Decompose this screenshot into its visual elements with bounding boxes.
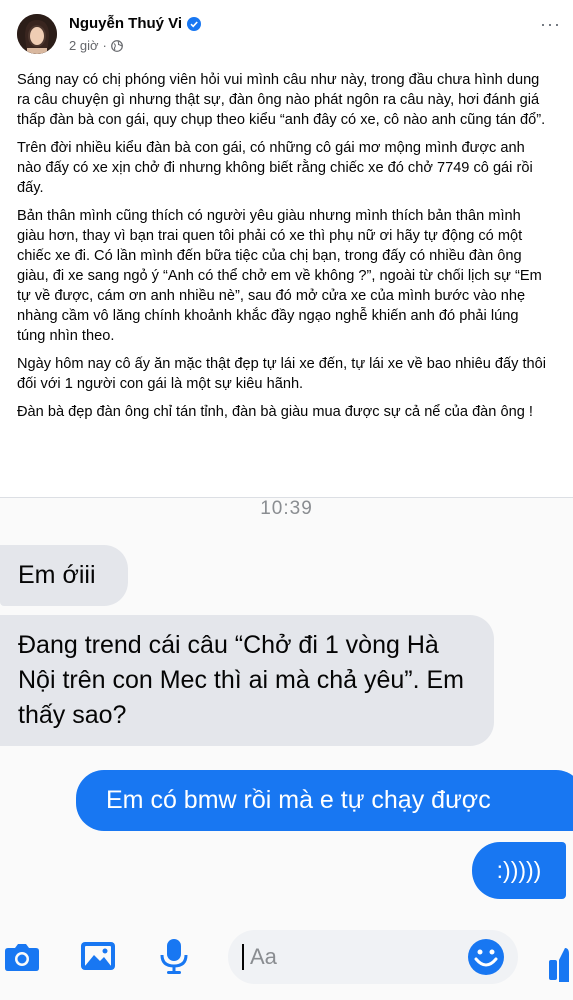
text-caret [242,944,244,970]
verified-badge-icon [187,16,202,31]
message-bubble-incoming[interactable]: Em ớiii [0,545,128,606]
post-meta: 2 giờ · [69,38,123,53]
message-input-placeholder: Aa [250,944,277,969]
post-body: Sáng nay có chị phóng viên hỏi vui mình … [17,70,547,430]
post-time[interactable]: 2 giờ [69,38,99,53]
facebook-post: Nguyễn Thuý Vi 2 giờ · ··· Sáng nay có c… [0,0,573,498]
like-icon[interactable] [545,942,569,982]
message-input[interactable]: Aa [228,930,518,984]
more-options-button[interactable]: ··· [540,14,561,35]
author-name-text[interactable]: Nguyễn Thuý Vi [69,15,182,32]
post-paragraph: Ngày hôm nay cô ấy ăn mặc thật đẹp tự lá… [17,356,547,392]
message-composer: Aa [0,920,573,1000]
message-bubble-incoming[interactable]: Đang trend cái câu “Chở đi 1 vòng Hà Nội… [0,615,494,746]
microphone-icon[interactable] [154,936,194,976]
post-paragraph: Sáng nay có chị phóng viên hỏi vui mình … [17,72,546,128]
camera-icon[interactable] [2,936,42,976]
meta-separator: · [102,38,107,53]
globe-icon [110,39,123,52]
avatar[interactable] [17,14,57,54]
emoji-icon[interactable] [466,937,506,977]
post-paragraph: Bản thân mình cũng thích có người yêu gi… [17,208,542,344]
image-icon[interactable] [78,936,118,976]
message-bubble-outgoing[interactable]: :))))) [472,842,566,899]
post-paragraph: Trên đời nhiều kiểu đàn bà con gái, có n… [17,140,533,196]
post-paragraph: Đàn bà đẹp đàn ông chỉ tán tỉnh, đàn bà … [17,404,533,420]
message-bubble-outgoing[interactable]: Em có bmw rồi mà e tự chạy được [76,770,573,831]
author-name[interactable]: Nguyễn Thuý Vi [69,15,202,32]
chat-timestamp: 10:39 [260,498,313,519]
